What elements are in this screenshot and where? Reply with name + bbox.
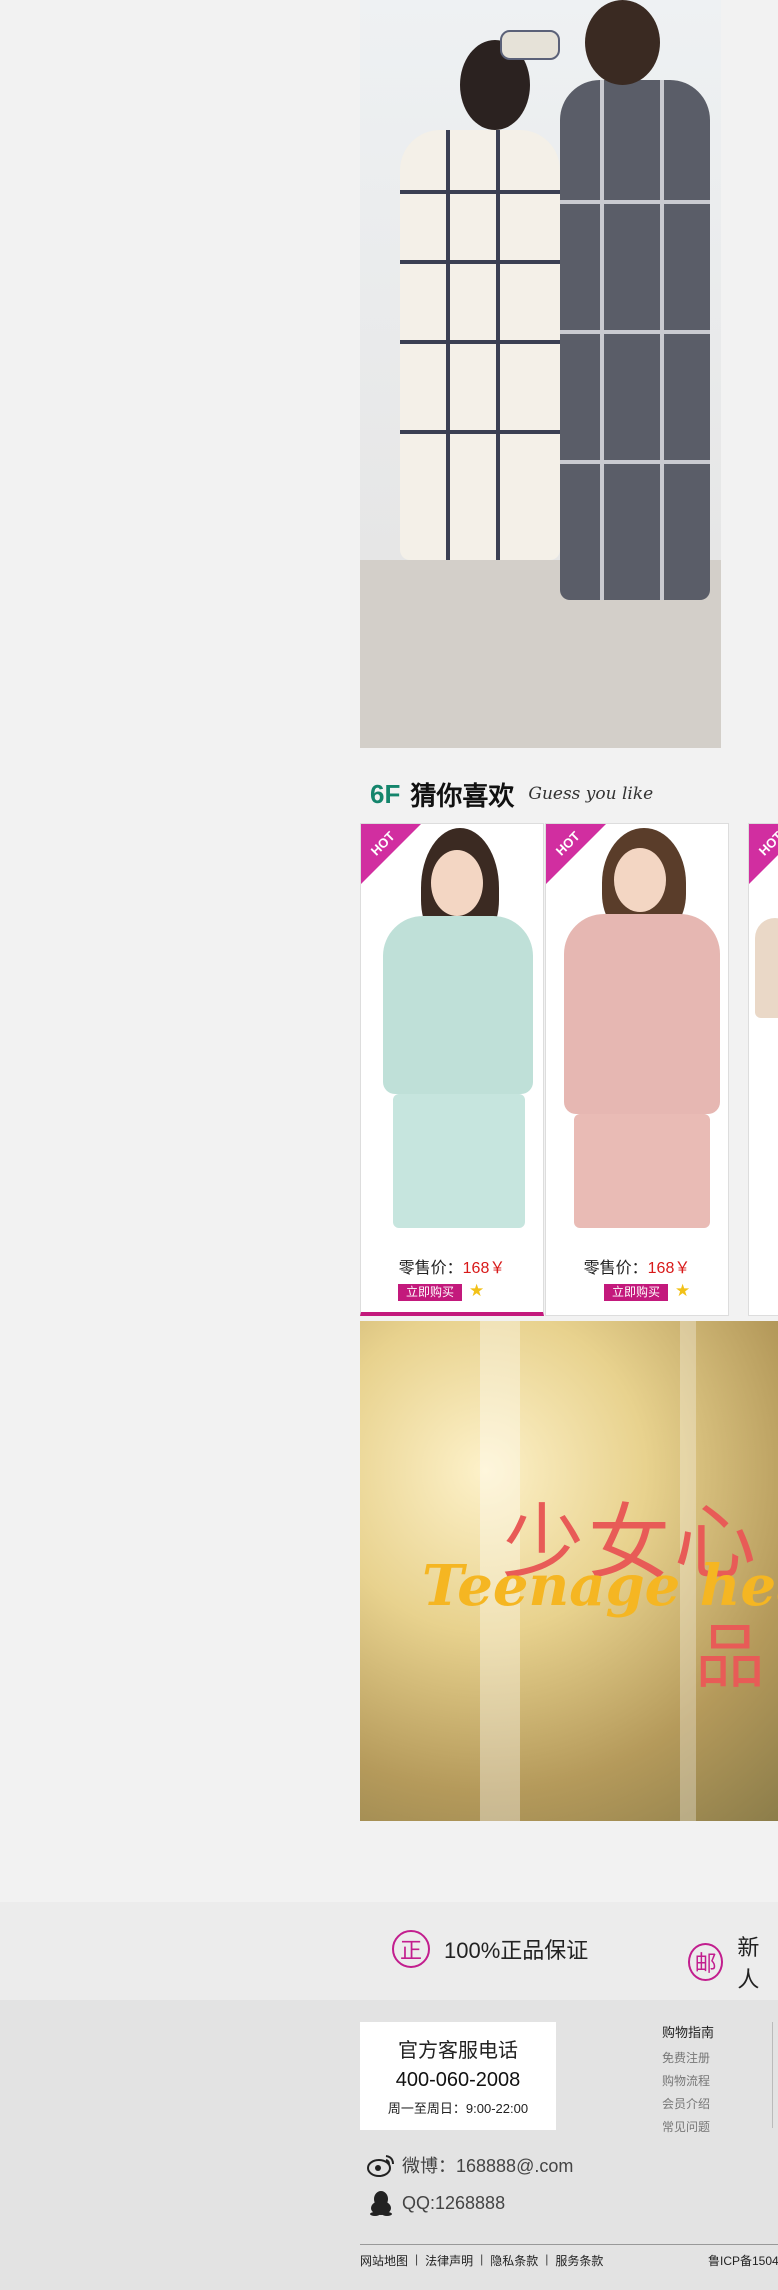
model-face [614,848,666,912]
product-image[interactable] [369,828,537,1228]
footer-link-privacy[interactable]: 隐私条款 [490,2252,538,2269]
footer-divider [772,2022,773,2128]
guide-link-register[interactable]: 免费注册 [662,2049,714,2066]
qq-text: QQ:1268888 [402,2192,506,2213]
guide-link-process[interactable]: 购物流程 [662,2072,714,2089]
floor-english-subtitle: Guess you like [528,784,654,804]
model-top [755,918,778,1018]
top-banner-image[interactable] [360,0,721,748]
guarantee-label: 新人 [737,1935,760,1992]
weibo-contact[interactable]: 微博：168888@.com [366,2150,573,2180]
buy-now-button[interactable]: 立即购买 [604,1284,669,1301]
woman-robe [400,130,560,560]
mail-icon: 邮 [688,1943,724,1981]
link-separator: | [415,2252,419,2266]
sleep-mask [500,30,560,60]
product-image[interactable] [755,828,778,1228]
star-icon[interactable]: ★ [675,1281,690,1301]
model-top [383,916,533,1094]
star-icon[interactable]: ★ [469,1281,484,1301]
floor-heading: 6F 猜你喜欢 Guess you like [370,775,653,813]
footer-link-terms[interactable]: 服务条款 [555,2252,603,2269]
guarantee-item-shipping: 邮 新人 [688,1930,778,1994]
product-image[interactable] [554,828,722,1228]
hotline-box: 官方客服电话 400-060-2008 周一至周日：9:00-22:00 [360,2022,556,2130]
footer-links: 网站地图 | 法律声明 | 隐私条款 | 服务条款 [360,2252,603,2269]
guarantee-strip: 正 100%正品保证 邮 新人 [0,1902,778,2000]
shopping-guide-title: 购物指南 [662,2025,715,2040]
buy-now-button[interactable]: 立即购买 [398,1284,463,1301]
hotline-title: 官方客服电话 [398,2040,518,2062]
floor-number: 6F [370,778,401,809]
man-robe [560,80,710,600]
link-separator: | [480,2252,484,2266]
link-separator: | [545,2252,549,2266]
model-face [431,850,483,916]
footer-link-legal[interactable]: 法律声明 [425,2252,473,2269]
price-label: 零售价： [398,1260,463,1277]
product-card[interactable]: HOT [748,823,778,1316]
floor-name: 猜你喜欢 [410,780,515,811]
promo-banner[interactable]: 少女心 Teenage heart 品 [360,1321,778,1821]
authentic-icon: 正 [392,1930,430,1968]
model-pants [574,1114,710,1228]
product-card[interactable]: HOT 零售价：168￥ 立即购买 ★ [545,823,729,1316]
icp-record: 鲁ICP备1504 [708,2254,778,2268]
weibo-text: 微博：168888@.com [402,2156,574,2176]
price-label: 零售价： [583,1260,648,1277]
qq-contact[interactable]: QQ:1268888 [366,2188,505,2218]
product-card[interactable]: HOT 零售价：168￥ 立即购买 ★ [360,823,544,1316]
model-pants [393,1094,525,1228]
promo-title-cn-line2: 品 [695,1618,765,1696]
hotline-hours: 周一至周日：9:00-22:00 [387,2101,529,2116]
model-top [564,914,720,1114]
man-head [585,0,660,85]
footer-link-sitemap[interactable]: 网站地图 [360,2252,408,2269]
guarantee-item-authentic: 正 100%正品保证 [392,1930,588,1968]
shopping-guide: 购物指南 免费注册 购物流程 会员介绍 常见问题 [662,2022,714,2141]
price-value: 168￥ [647,1260,691,1277]
weibo-icon [366,2150,396,2180]
site-footer: 官方客服电话 400-060-2008 周一至周日：9:00-22:00 购物指… [0,2000,778,2290]
guide-link-faq[interactable]: 常见问题 [662,2118,714,2135]
qq-penguin-icon [366,2188,396,2218]
guide-link-membership[interactable]: 会员介绍 [662,2095,714,2112]
footer-rule [360,2244,778,2245]
guarantee-label: 100%正品保证 [444,1938,589,1963]
hotline-number: 400-060-2008 [395,2069,521,2091]
price-value: 168￥ [462,1260,506,1277]
product-price: 零售价：168￥ [361,1254,543,1278]
product-price: 零售价：168￥ [546,1254,728,1278]
